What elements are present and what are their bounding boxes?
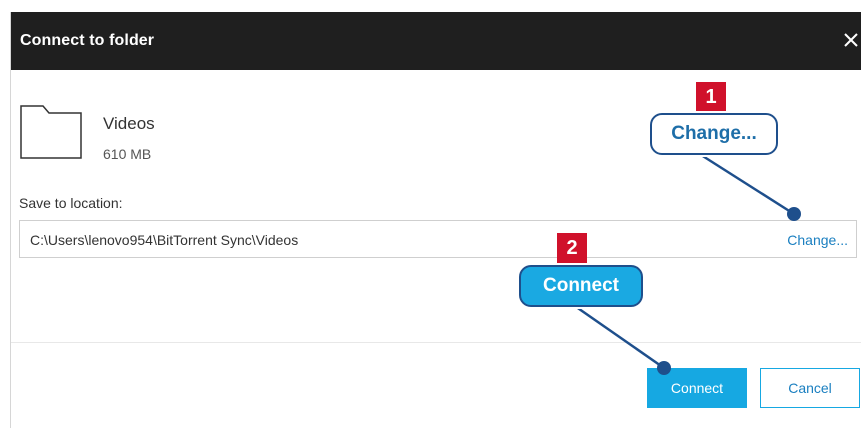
callout-connector-lines bbox=[571, 151, 801, 375]
callout-change: Change... bbox=[650, 113, 778, 155]
callout-connect: Connect bbox=[519, 265, 643, 307]
step-badge-2: 2 bbox=[557, 233, 587, 263]
step-badge-1: 1 bbox=[696, 82, 726, 112]
